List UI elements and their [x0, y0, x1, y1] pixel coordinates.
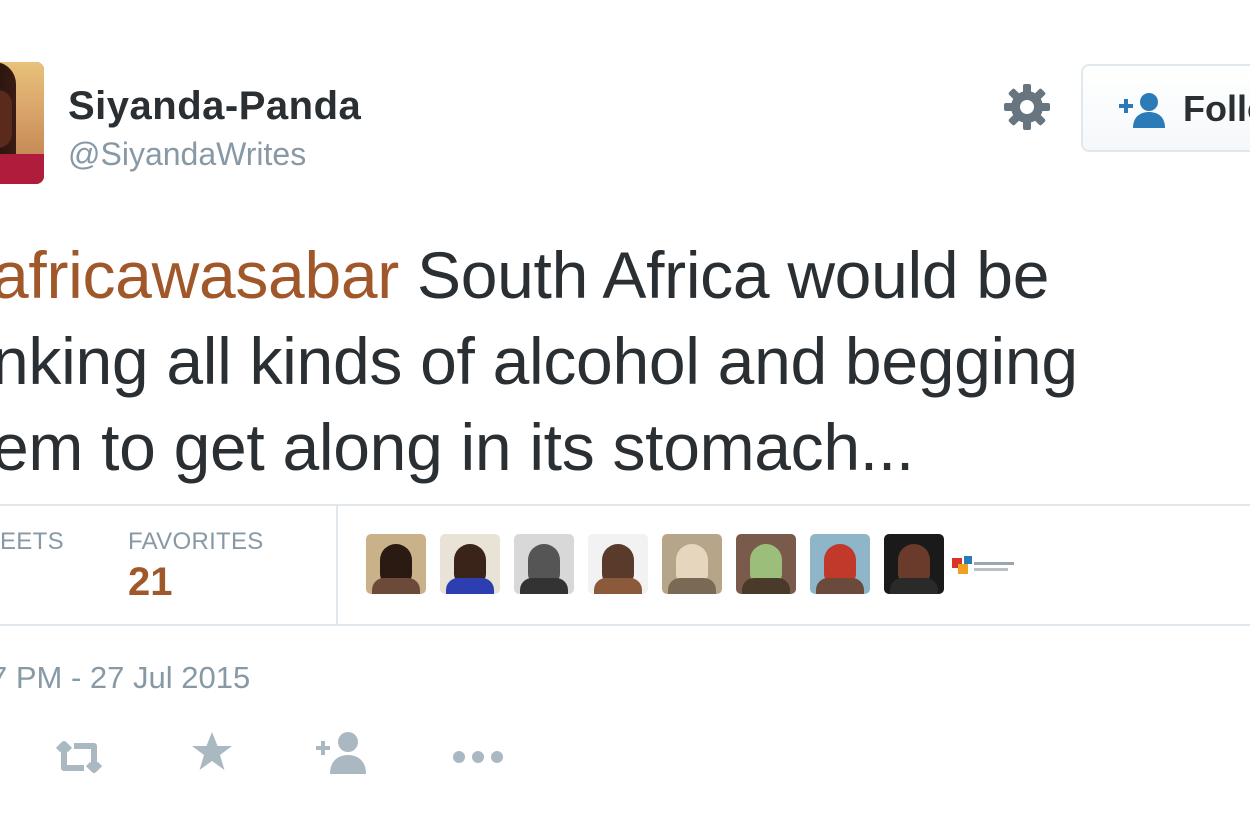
favorites-count[interactable]: 21: [128, 560, 173, 605]
tweet-line-1-text: South Africa would be: [398, 238, 1050, 312]
tweet-line-3: em to get along in its stomach...: [0, 410, 914, 484]
tweet-line-2: nking all kinds of alcohol and begging: [0, 324, 1078, 398]
favoriter-avatar[interactable]: [884, 534, 944, 594]
tweet-line-1: africawasabar South Africa would be: [0, 232, 1078, 318]
stats-divider: [336, 506, 338, 624]
favoriter-avatar[interactable]: [662, 534, 722, 594]
user-avatar[interactable]: [0, 62, 44, 184]
favorites-label[interactable]: FAVORITES: [128, 528, 264, 556]
favoriter-avatar[interactable]: [514, 534, 574, 594]
user-handle[interactable]: @SiyandaWrites: [68, 136, 306, 173]
tweet-timestamp[interactable]: 7 PM - 27 Jul 2015: [0, 660, 250, 696]
more-dots-icon[interactable]: [452, 730, 504, 784]
add-user-icon[interactable]: [316, 730, 368, 774]
star-icon[interactable]: [190, 730, 234, 774]
favoriter-logo-icon[interactable]: [952, 552, 1016, 578]
favoriter-avatar[interactable]: [366, 534, 426, 594]
favoriter-avatar[interactable]: [736, 534, 796, 594]
gear-icon[interactable]: [1002, 82, 1052, 132]
favoriter-avatar[interactable]: [810, 534, 870, 594]
user-display-name[interactable]: Siyanda-Panda: [68, 84, 361, 129]
hashtag-link[interactable]: africawasabar: [0, 238, 399, 312]
retweet-icon[interactable]: [52, 730, 106, 784]
retweets-label[interactable]: EETS: [0, 528, 64, 556]
favoriter-avatar[interactable]: [588, 534, 648, 594]
tweet-text: africawasabar South Africa would be nkin…: [0, 232, 1078, 490]
add-user-icon: [1119, 93, 1165, 128]
follow-label: Follo: [1183, 88, 1250, 129]
tweet-stats: EETS FAVORITES 21: [0, 504, 1250, 626]
follow-button[interactable]: Follo: [1081, 64, 1250, 152]
favoriter-avatar[interactable]: [440, 534, 500, 594]
